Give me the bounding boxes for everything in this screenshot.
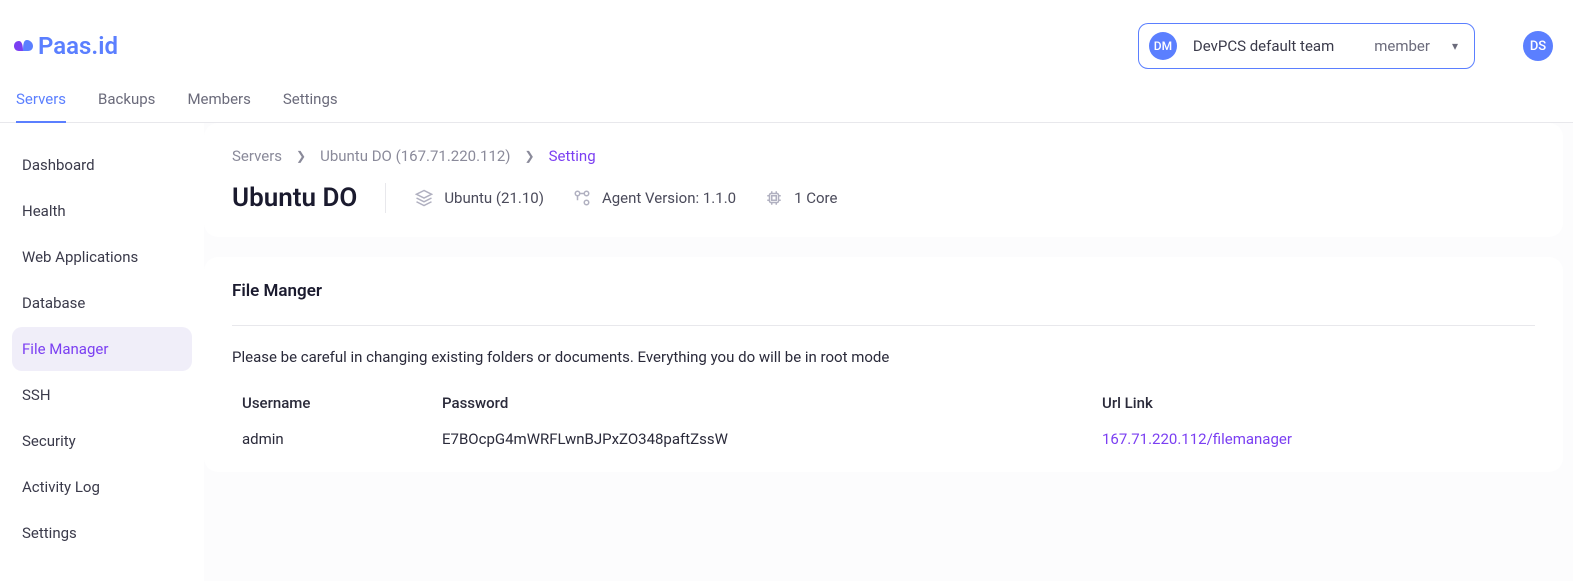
crumb-server[interactable]: Ubuntu DO (167.71.220.112): [320, 147, 510, 165]
sidebar-item-activity-log[interactable]: Activity Log: [12, 465, 192, 509]
team-selector[interactable]: DM DevPCS default team member ▾: [1138, 23, 1475, 69]
team-role: member: [1374, 37, 1430, 55]
tab-members[interactable]: Members: [187, 84, 250, 122]
crumb-servers[interactable]: Servers: [232, 147, 282, 165]
password-value: E7BOcpG4mWRFLwnBJPxZO348paftZssW: [442, 430, 1102, 448]
user-avatar[interactable]: DS: [1523, 31, 1553, 61]
team-name: DevPCS default team: [1193, 37, 1334, 55]
nodes-icon: [572, 188, 592, 208]
sidebar-item-health[interactable]: Health: [12, 189, 192, 233]
crumb-current: Setting: [549, 147, 596, 165]
sidebar-item-dashboard[interactable]: Dashboard: [12, 143, 192, 187]
sidebar-item-web-applications[interactable]: Web Applications: [12, 235, 192, 279]
cloud-icon: [12, 37, 34, 55]
tab-servers[interactable]: Servers: [16, 84, 66, 122]
brand-text: Paas.id: [38, 32, 118, 60]
top-nav: Servers Backups Members Settings: [0, 72, 1573, 123]
layers-icon: [414, 188, 434, 208]
chevron-right-icon: ❯: [296, 149, 306, 163]
cpu-icon: [764, 188, 784, 208]
sidebar-item-security[interactable]: Security: [12, 419, 192, 463]
url-link[interactable]: 167.71.220.112/filemanager: [1102, 430, 1535, 448]
title-row: Ubuntu DO Ubuntu (21.10) Agent Version: …: [232, 183, 1535, 213]
meta-agent: Agent Version: 1.1.0: [572, 188, 736, 208]
meta-cores: 1 Core: [764, 188, 837, 208]
col-url-header: Url Link: [1102, 394, 1535, 412]
username-value: admin: [242, 430, 442, 448]
section-title: File Manger: [232, 281, 1535, 326]
meta-os: Ubuntu (21.10): [414, 188, 544, 208]
app-header: Paas.id DM DevPCS default team member ▾ …: [0, 0, 1573, 72]
tab-settings[interactable]: Settings: [283, 84, 338, 122]
tab-backups[interactable]: Backups: [98, 84, 155, 122]
sidebar-item-file-manager[interactable]: File Manager: [12, 327, 192, 371]
filemanager-card: File Manger Please be careful in changin…: [204, 257, 1563, 472]
sidebar-item-database[interactable]: Database: [12, 281, 192, 325]
sidebar-item-settings[interactable]: Settings: [12, 511, 192, 555]
sidebar-item-ssh[interactable]: SSH: [12, 373, 192, 417]
col-username-header: Username: [242, 394, 442, 412]
breadcrumb: Servers ❯ Ubuntu DO (167.71.220.112) ❯ S…: [232, 147, 1535, 165]
chevron-down-icon: ▾: [1452, 39, 1458, 53]
sidebar: Dashboard Health Web Applications Databa…: [0, 123, 204, 581]
col-password-header: Password: [442, 394, 1102, 412]
meta-cores-text: 1 Core: [794, 189, 837, 207]
credentials-grid: Username Password Url Link admin E7BOcpG…: [232, 394, 1535, 448]
brand-logo[interactable]: Paas.id: [12, 32, 118, 60]
server-header-card: Servers ❯ Ubuntu DO (167.71.220.112) ❯ S…: [204, 123, 1563, 237]
meta-os-text: Ubuntu (21.10): [444, 189, 544, 207]
header-right: DM DevPCS default team member ▾ DS: [1138, 23, 1553, 69]
page-title: Ubuntu DO: [232, 183, 386, 213]
main-content: Servers ❯ Ubuntu DO (167.71.220.112) ❯ S…: [204, 123, 1573, 581]
meta-agent-text: Agent Version: 1.1.0: [602, 189, 736, 207]
chevron-right-icon: ❯: [525, 149, 535, 163]
team-badge: DM: [1149, 32, 1177, 60]
warning-text: Please be careful in changing existing f…: [232, 348, 1535, 366]
